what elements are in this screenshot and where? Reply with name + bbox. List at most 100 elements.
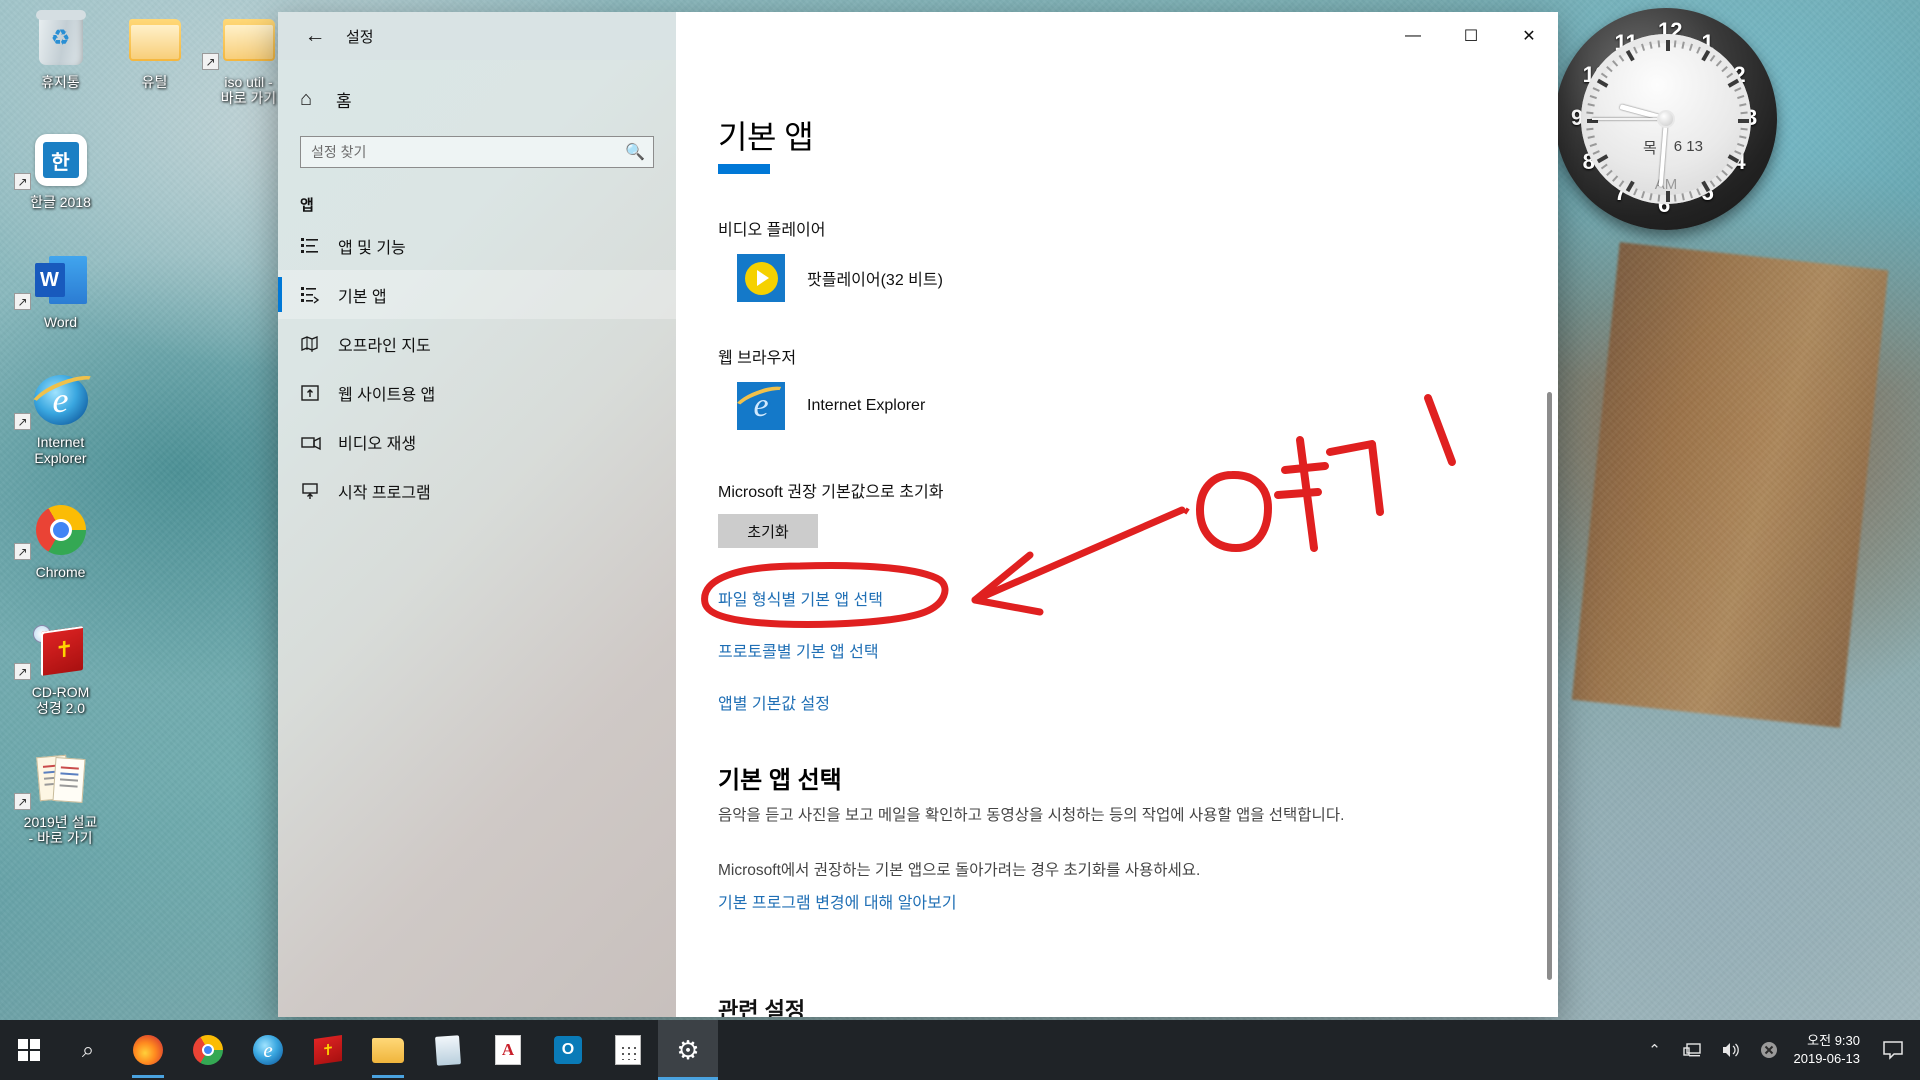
clock-center-pin [1657, 110, 1675, 128]
desktop-clock-gadget[interactable]: 121234567891011 목 6 13 AM [1555, 8, 1777, 230]
sidebar-item-label: 기본 앱 [338, 288, 387, 306]
clock-day-of-week: 목 [1643, 140, 1657, 157]
clock-tick [1727, 78, 1740, 88]
bible-icon [314, 1035, 342, 1065]
volume-icon[interactable] [1712, 1041, 1750, 1059]
folder-icon [102, 10, 207, 70]
taskbar-item-notepad[interactable] [418, 1020, 478, 1080]
link-choose-default-apps-by-file-type[interactable]: 파일 형식별 기본 앱 선택 [718, 586, 1558, 610]
settings-window[interactable]: ← 설정 — ☐ ✕ ⌂ 홈 🔍 앱 [278, 12, 1558, 1017]
desktop-icon-recycle-bin[interactable]: 휴지통 [8, 10, 113, 90]
related-settings-heading-cutoff: 관련 설정 [718, 998, 806, 1017]
link-set-defaults-by-app[interactable]: 앱별 기본값 설정 [718, 690, 1558, 714]
clock-tick [1734, 150, 1742, 155]
sidebar-item-label: 오프라인 지도 [338, 337, 431, 355]
taskbar-item-adobe-reader[interactable]: A [478, 1020, 538, 1080]
desktop-icon-label: CD-ROM 성경 2.0 [31, 684, 90, 716]
link-learn-about-changing-default-programs[interactable]: 기본 프로그램 변경에 대해 알아보기 [718, 889, 1558, 913]
clock-second-hand [1592, 118, 1666, 120]
outlook-icon: O [554, 1036, 582, 1064]
taskbar-item-bible[interactable] [298, 1020, 358, 1080]
hangul-2018-icon: 한 ↗ [8, 130, 113, 190]
search-input[interactable] [300, 136, 654, 168]
sidebar-item-apps-for-websites[interactable]: 웹 사이트용 앱 [278, 368, 676, 417]
window-titlebar[interactable]: ← 설정 — ☐ ✕ [278, 12, 1558, 60]
minimize-button[interactable]: — [1384, 12, 1442, 60]
clock-tick [1715, 60, 1722, 67]
chrome-icon [193, 1035, 223, 1065]
recycle-bin-icon [8, 10, 113, 70]
taskbar-item-file-explorer[interactable] [358, 1020, 418, 1080]
sidebar-item-startup[interactable]: 시작 프로그램 [278, 466, 676, 515]
clock-tick [1673, 40, 1677, 48]
reset-button[interactable]: 초기화 [718, 514, 818, 548]
taskbar-clock[interactable]: 오전 9:30 2019-06-13 [1788, 1032, 1873, 1068]
network-icon[interactable] [1674, 1041, 1712, 1059]
taskbar-time: 오전 9:30 [1807, 1033, 1860, 1048]
search-box[interactable]: 🔍 [300, 136, 654, 168]
show-hidden-icons-icon[interactable]: ⌃ [1636, 1041, 1674, 1059]
taskbar-item-internet-explorer[interactable]: e [238, 1020, 298, 1080]
clock-tick [1673, 194, 1677, 202]
desktop-icon-label: Word [43, 314, 78, 330]
desktop-icon-util[interactable]: 유틸 [102, 10, 207, 90]
sidebar-item-video-playback[interactable]: 비디오 재생 [278, 417, 676, 466]
apps-for-websites-icon [300, 383, 334, 403]
home-icon: ⌂ [300, 87, 313, 110]
video-player-app-row[interactable]: 팟플레이어(32 비트) [718, 254, 1558, 302]
sidebar-item-offline-maps[interactable]: 오프라인 지도 [278, 319, 676, 368]
clock-tick [1721, 66, 1728, 73]
reset-description: Microsoft에서 권장하는 기본 앱으로 돌아가려는 경우 초기화를 사용… [718, 862, 1201, 879]
desktop-icon-chrome[interactable]: ↗ Chrome [8, 500, 113, 580]
chrome-icon: ↗ [8, 500, 113, 560]
apps-features-icon [300, 236, 334, 256]
desktop-icon-sermons-2019[interactable]: ↗ 2019년 설교 - 바로 가기 [8, 750, 113, 846]
clock-tick [1657, 194, 1661, 202]
action-center-error-icon[interactable] [1750, 1040, 1788, 1060]
sidebar-item-home[interactable]: ⌂ 홈 [278, 76, 676, 122]
taskbar-item-firefox[interactable] [118, 1020, 178, 1080]
settings-sidebar: ⌂ 홈 🔍 앱 앱 및 기능 기본 앱 [278, 60, 676, 1017]
taskbar-item-chrome[interactable] [178, 1020, 238, 1080]
clock-tick [1688, 43, 1693, 51]
clock-tick [1641, 43, 1646, 51]
desktop-icon-internet-explorer[interactable]: ↗ Internet Explorer [8, 370, 113, 466]
clock-tick [1625, 49, 1635, 62]
content-scrollbar[interactable] [1547, 392, 1552, 980]
clock-tick [1726, 163, 1734, 170]
maximize-button[interactable]: ☐ [1442, 12, 1500, 60]
choose-default-apps-heading: 기본 앱 선택 [718, 767, 842, 794]
video-player-section-label: 비디오 플레이어 [718, 222, 826, 239]
desktop-icon-hangul-2018[interactable]: 한 ↗ 한글 2018 [8, 130, 113, 210]
start-button[interactable] [0, 1020, 58, 1080]
internet-explorer-tile-icon: e [737, 382, 785, 430]
link-choose-default-apps-by-protocol[interactable]: 프로토콜별 기본 앱 선택 [718, 638, 1558, 662]
taskbar-item-outlook[interactable]: O [538, 1020, 598, 1080]
potplayer-icon [737, 254, 785, 302]
back-arrow-icon[interactable]: ← [292, 20, 338, 52]
taskbar-item-settings[interactable]: ⚙ [658, 1020, 718, 1080]
taskbar-search-button[interactable]: ⌕ [58, 1020, 118, 1080]
sidebar-item-label: 시작 프로그램 [338, 484, 431, 502]
file-explorer-icon [372, 1037, 404, 1063]
sidebar-item-default-apps[interactable]: 기본 앱 [278, 270, 676, 319]
clock-face: 목 6 13 AM [1581, 34, 1751, 204]
clock-tick [1596, 78, 1609, 88]
clock-tick [1587, 135, 1595, 139]
close-button[interactable]: ✕ [1500, 12, 1558, 60]
clock-tick [1737, 142, 1745, 147]
word-icon: W ↗ [8, 250, 113, 310]
notification-icon[interactable] [1872, 1040, 1914, 1060]
clock-tick [1681, 193, 1685, 201]
sidebar-item-apps-features[interactable]: 앱 및 기능 [278, 221, 676, 270]
taskbar-item-calculator[interactable] [598, 1020, 658, 1080]
bible-cdrom-icon: ✝ ↗ [8, 620, 113, 680]
wallpaper-strap [1571, 242, 1889, 728]
sidebar-item-label: 비디오 재생 [338, 435, 417, 453]
clock-tick [1586, 127, 1594, 131]
desktop-icon-word[interactable]: W ↗ Word [8, 250, 113, 330]
desktop-icon-bible-cdrom[interactable]: ✝ ↗ CD-ROM 성경 2.0 [8, 620, 113, 716]
taskbar-date: 2019-06-13 [1793, 1051, 1861, 1066]
web-browser-app-row[interactable]: e Internet Explorer [718, 382, 1558, 430]
calculator-icon [615, 1035, 641, 1065]
